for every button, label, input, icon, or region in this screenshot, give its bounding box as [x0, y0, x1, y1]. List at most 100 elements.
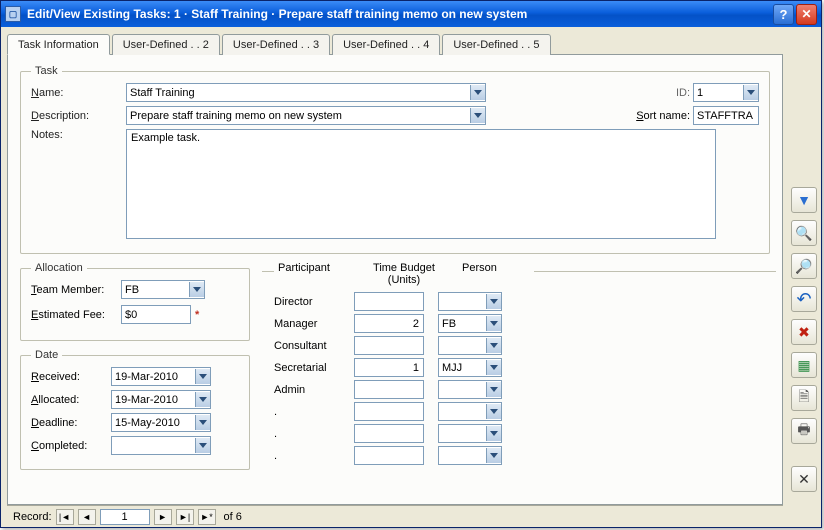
group-task: Task Name: Staff Training ID: 1 — [20, 65, 770, 254]
participants-area: Participant Time Budget (Units) Person D… — [268, 262, 770, 478]
preview-button[interactable]: 🗎 — [791, 385, 817, 411]
time-budget-field[interactable] — [354, 446, 424, 465]
sortname-field[interactable]: STAFFTRA — [693, 106, 759, 125]
deadline-date[interactable]: 15-May-2010 — [111, 413, 211, 432]
participant-label: Manager — [274, 318, 354, 330]
close-icon: ✕ — [798, 471, 810, 488]
team-member-combo[interactable]: FB — [121, 280, 205, 299]
notes-value: Example task. — [131, 132, 200, 144]
completed-date[interactable] — [111, 436, 211, 455]
record-number-field[interactable]: 1 — [100, 509, 150, 525]
participant-label: Consultant — [274, 340, 354, 352]
estimated-fee-label: Estimated Fee: — [31, 309, 121, 321]
team-member-label: Team Member: — [31, 284, 121, 296]
estimated-fee-field[interactable]: $0 — [121, 305, 191, 324]
allocated-date[interactable]: 19-Mar-2010 — [111, 390, 211, 409]
time-budget-field[interactable] — [354, 424, 424, 443]
description-combo[interactable]: Prepare staff training memo on new syste… — [126, 106, 486, 125]
participant-label: Admin — [274, 384, 354, 396]
chevron-down-icon — [486, 448, 501, 463]
participant-label: . — [274, 450, 354, 462]
datasheet-icon: ▦ — [797, 357, 810, 374]
participant-row: Director — [268, 292, 770, 311]
nav-last-button[interactable]: ►| — [176, 509, 194, 525]
zoom-button[interactable]: 🔎 — [791, 253, 817, 279]
person-col-label: Person — [454, 262, 534, 286]
chevron-down-icon — [486, 316, 501, 331]
time-budget-field[interactable] — [354, 292, 424, 311]
person-combo[interactable]: MJJ — [438, 358, 502, 377]
person-combo[interactable] — [438, 380, 502, 399]
time-budget-field[interactable] — [354, 336, 424, 355]
nav-next-button[interactable]: ► — [154, 509, 172, 525]
time-budget-field[interactable]: 1 — [354, 358, 424, 377]
datasheet-button[interactable]: ▦ — [791, 352, 817, 378]
window-title: Edit/View Existing Tasks: 1 · Staff Trai… — [27, 7, 773, 21]
chevron-down-icon — [195, 415, 210, 430]
tab-user-defined-3[interactable]: User-Defined . . 3 — [222, 34, 330, 55]
printer-icon: 🖶 — [797, 419, 810, 443]
dialog-window: ▢ Edit/View Existing Tasks: 1 · Staff Tr… — [0, 0, 822, 528]
person-combo[interactable] — [438, 402, 502, 421]
group-date-legend: Date — [31, 349, 62, 361]
record-count: of 6 — [224, 511, 242, 523]
chevron-down-icon — [486, 426, 501, 441]
tab-user-defined-2[interactable]: User-Defined . . 2 — [112, 34, 220, 55]
id-label: ID: — [676, 87, 690, 99]
participants-header: Participant Time Budget (Units) Person — [268, 262, 770, 286]
person-combo[interactable] — [438, 292, 502, 311]
person-combo[interactable] — [438, 424, 502, 443]
find-button[interactable]: 🔍 — [791, 220, 817, 246]
nav-prev-button[interactable]: ◄ — [78, 509, 96, 525]
received-date[interactable]: 19-Mar-2010 — [111, 367, 211, 386]
print-button[interactable]: 🖶 — [791, 418, 817, 444]
notes-label: Notes: — [31, 129, 126, 141]
chevron-down-icon — [195, 392, 210, 407]
completed-label: Completed: — [31, 440, 111, 452]
sortname-label: Sort name: — [636, 110, 690, 122]
binoculars-icon: 🔍 — [795, 225, 812, 242]
description-label: Description: — [31, 110, 126, 122]
window-close-button[interactable]: ✕ — [796, 4, 817, 25]
record-label: Record: — [13, 511, 52, 523]
undo-icon: ↶ — [796, 289, 811, 310]
person-combo[interactable] — [438, 336, 502, 355]
id-combo[interactable]: 1 — [693, 83, 759, 102]
person-combo[interactable] — [438, 446, 502, 465]
notes-textarea[interactable]: Example task. — [126, 129, 716, 239]
chevron-down-icon — [486, 404, 501, 419]
nav-new-button[interactable]: ►* — [198, 509, 216, 525]
time-budget-field[interactable]: 2 — [354, 314, 424, 333]
nav-first-button[interactable]: |◄ — [56, 509, 74, 525]
undo-button[interactable]: ↶ — [791, 286, 817, 312]
help-button[interactable]: ? — [773, 4, 794, 25]
delete-button[interactable]: ✖ — [791, 319, 817, 345]
filter-button[interactable]: ▼ — [791, 187, 817, 213]
record-navigator: Record: |◄ ◄ 1 ► ►| ►* of 6 — [7, 505, 783, 527]
group-allocation: Allocation Team Member: FB Estimated Fee… — [20, 262, 250, 341]
description-value: Prepare staff training memo on new syste… — [130, 110, 468, 122]
tab-task-information[interactable]: Task Information — [7, 34, 110, 55]
chevron-down-icon — [486, 338, 501, 353]
chevron-down-icon — [743, 85, 758, 100]
name-label: Name: — [31, 87, 126, 99]
tab-user-defined-5[interactable]: User-Defined . . 5 — [442, 34, 550, 55]
time-budget-field[interactable] — [354, 402, 424, 421]
tab-panel-task-info: Task Name: Staff Training ID: 1 — [7, 54, 783, 505]
tab-user-defined-4[interactable]: User-Defined . . 4 — [332, 34, 440, 55]
chevron-down-icon — [470, 85, 485, 100]
name-combo[interactable]: Staff Training — [126, 83, 486, 102]
chevron-down-icon — [486, 382, 501, 397]
allocated-value: 19-Mar-2010 — [115, 394, 193, 406]
chevron-down-icon — [195, 369, 210, 384]
time-budget-field[interactable] — [354, 380, 424, 399]
participant-label: . — [274, 428, 354, 440]
participant-row: Consultant — [268, 336, 770, 355]
participant-row: . — [268, 402, 770, 421]
participant-row: Secretarial 1 MJJ — [268, 358, 770, 377]
chevron-down-icon — [189, 282, 204, 297]
participant-row: Admin — [268, 380, 770, 399]
close-form-button[interactable]: ✕ — [791, 466, 817, 492]
participant-label: Secretarial — [274, 362, 354, 374]
person-combo[interactable]: FB — [438, 314, 502, 333]
